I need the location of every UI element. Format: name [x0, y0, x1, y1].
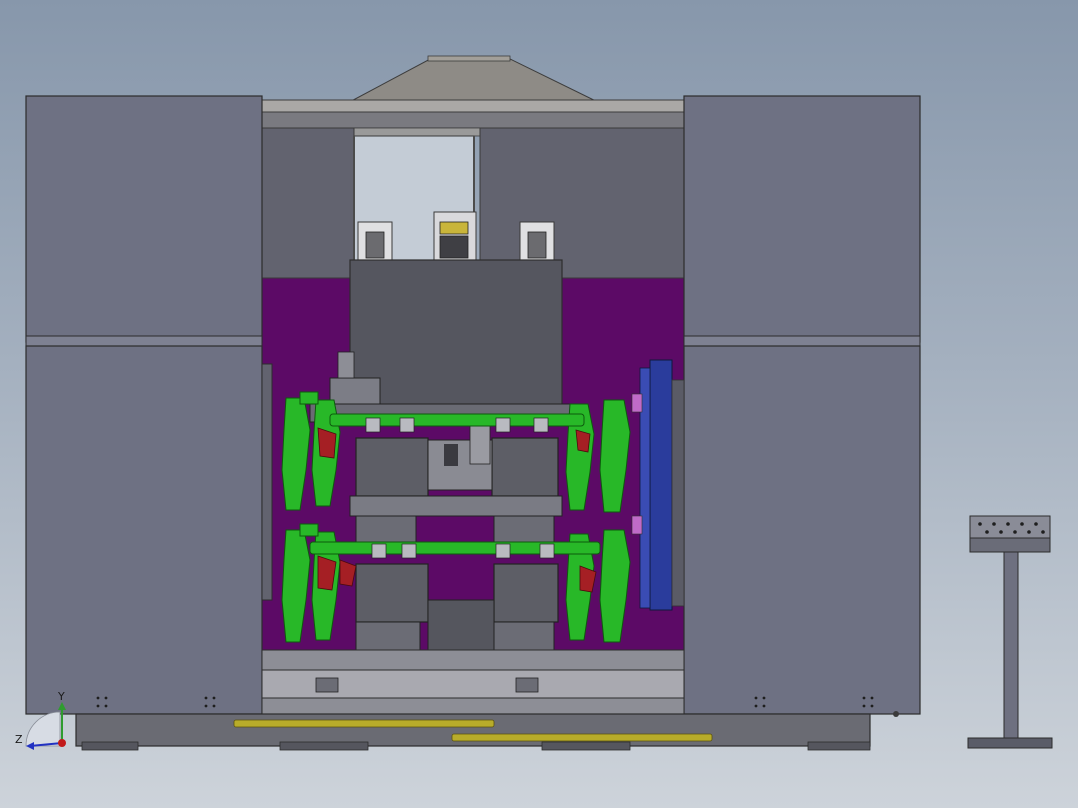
slide-block-lower-right [493, 563, 559, 623]
left-cabinet [25, 95, 273, 715]
pedestal-base [967, 737, 1053, 749]
top-rail [261, 111, 685, 129]
origin-marker [58, 739, 66, 747]
yellow-rail-lower [451, 733, 713, 742]
lower-crossbar [309, 541, 601, 555]
right-cabinet [683, 95, 921, 717]
slide-block-upper-right [491, 437, 559, 497]
blue-clamp-plate [631, 359, 685, 611]
upper-left-panel [261, 127, 355, 279]
z-axis-label: Z [15, 733, 23, 746]
yellow-rail-upper [233, 719, 495, 728]
pedestal-post [1003, 551, 1019, 741]
roof-hood [341, 57, 607, 107]
upper-right-panel [479, 127, 685, 279]
top-crossbeam [261, 99, 685, 113]
control-pedestal [967, 515, 1053, 749]
right-lower-panel [683, 345, 921, 715]
right-upper-panel [683, 95, 921, 343]
left-upper-panel [25, 95, 263, 343]
roof-assembly [261, 55, 685, 141]
center-column [349, 259, 563, 421]
y-axis-label: Y [57, 690, 65, 703]
left-lower-panel [25, 345, 263, 715]
slide-block-upper-left [355, 437, 429, 497]
slide-block-lower-left [355, 563, 429, 623]
control-panel-top [969, 515, 1051, 539]
cad-viewport[interactable]: Y Z [0, 0, 1078, 808]
roof-cap [427, 55, 511, 62]
center-upper-region [261, 127, 685, 279]
